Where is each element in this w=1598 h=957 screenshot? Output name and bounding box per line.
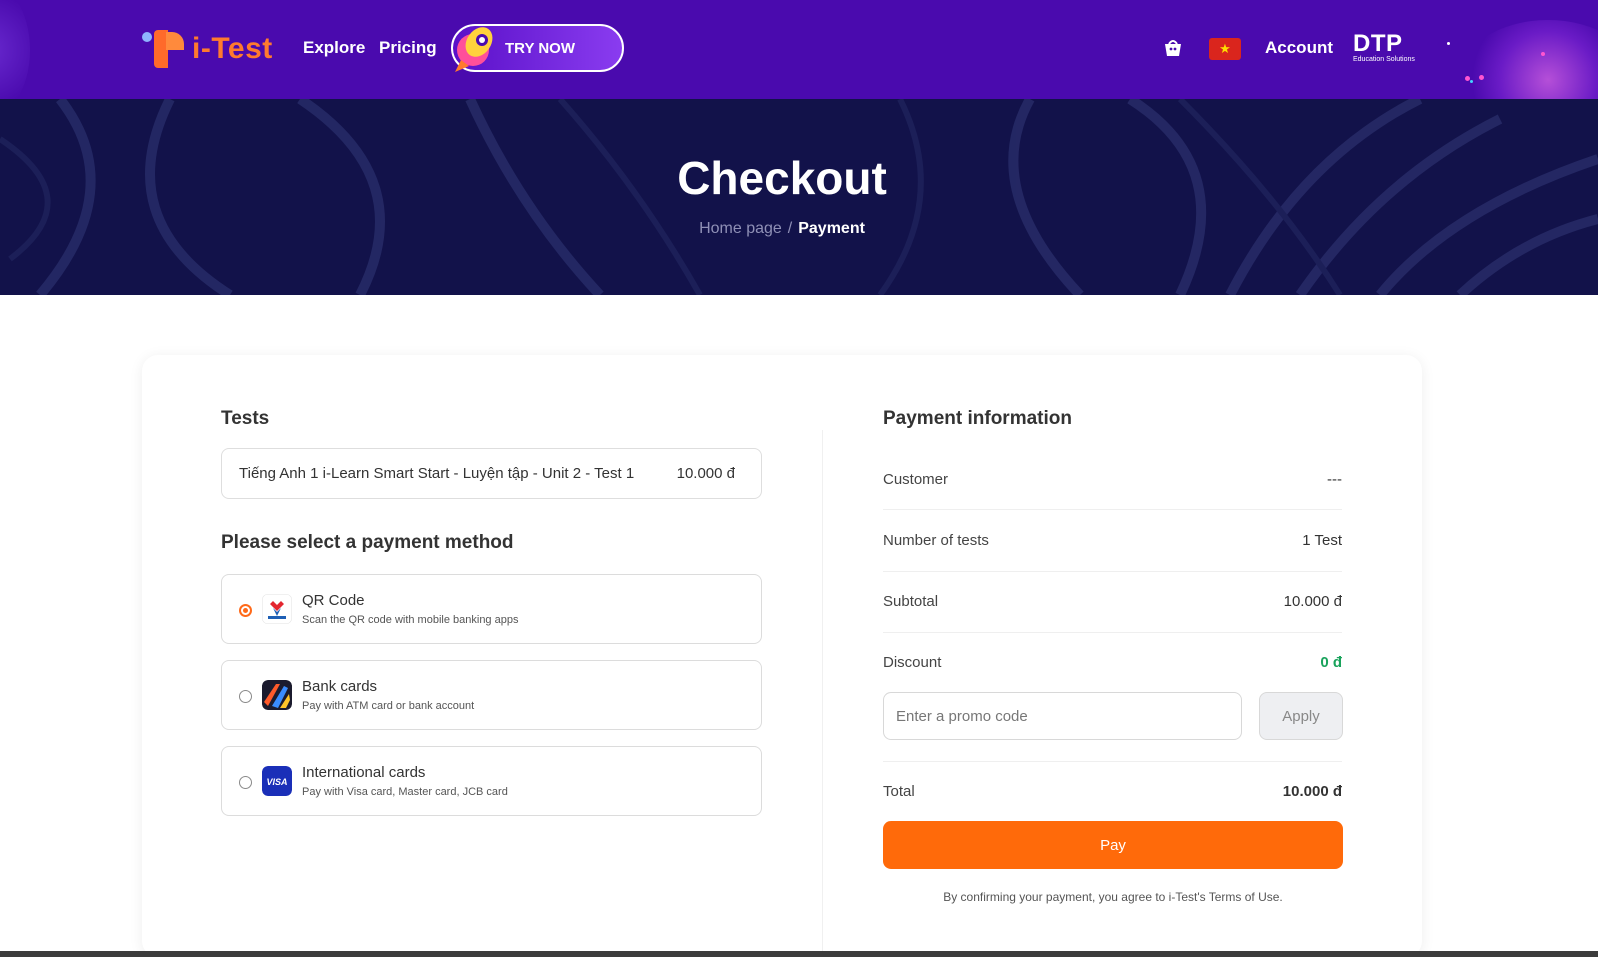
tests-heading: Tests <box>221 408 270 429</box>
breadcrumb-home-link[interactable]: Home page <box>699 220 782 237</box>
row-divider <box>883 632 1342 633</box>
payment-option-bank-cards[interactable]: Bank cards Pay with ATM card or bank acc… <box>221 660 762 730</box>
payment-option-qr-code[interactable]: QR Code Scan the QR code with mobile ban… <box>221 574 762 644</box>
sparkle <box>1470 80 1473 83</box>
international-cards-desc: Pay with Visa card, Master card, JCB car… <box>302 786 508 798</box>
itest-logo[interactable]: i-Test <box>142 30 273 68</box>
total-value: 10.000 đ <box>1282 783 1342 800</box>
svg-text:VISA: VISA <box>266 777 287 787</box>
row-divider <box>883 571 1342 572</box>
num-tests-value: 1 Test <box>1302 532 1342 549</box>
basket-icon[interactable] <box>1163 39 1183 59</box>
bank-cards-title: Bank cards <box>302 678 378 695</box>
vnpay-icon <box>262 594 292 624</box>
vietnam-flag-icon[interactable]: ★ <box>1209 38 1241 60</box>
qr-code-desc: Scan the QR code with mobile banking app… <box>302 614 519 626</box>
visa-icon: VISA <box>262 766 292 796</box>
international-cards-radio[interactable] <box>239 776 252 789</box>
discount-label: Discount <box>883 654 942 671</box>
terms-notice: By confirming your payment, you agree to… <box>943 890 1283 904</box>
qr-code-title: QR Code <box>302 592 365 609</box>
payment-method-heading: Please select a payment method <box>221 532 514 553</box>
international-cards-title: International cards <box>302 764 426 781</box>
account-link[interactable]: Account <box>1265 38 1333 58</box>
try-now-button[interactable]: TRY NOW <box>451 24 624 72</box>
bottom-scrollbar-strip <box>0 951 1598 957</box>
sparkle <box>1541 52 1545 56</box>
column-divider <box>822 430 823 957</box>
nav-pricing[interactable]: Pricing <box>379 38 437 58</box>
dtp-logo[interactable]: DTP Education Solutions <box>1353 30 1415 63</box>
dtp-tagline: Education Solutions <box>1353 56 1415 63</box>
test-item: Tiếng Anh 1 i-Learn Smart Start - Luyện … <box>221 448 762 499</box>
breadcrumb: Home page / Payment <box>0 220 1564 238</box>
pay-button[interactable]: Pay <box>883 821 1343 869</box>
discount-value: 0 đ <box>1320 654 1342 671</box>
try-now-label: TRY NOW <box>505 39 575 57</box>
dtp-logo-text: DTP <box>1353 30 1403 57</box>
payment-option-international-cards[interactable]: VISA International cards Pay with Visa c… <box>221 746 762 816</box>
rocket-icon <box>455 27 493 72</box>
bank-cards-icon <box>262 680 292 710</box>
bank-cards-desc: Pay with ATM card or bank account <box>302 700 475 712</box>
num-tests-label: Number of tests <box>883 532 989 549</box>
navbar-decoration <box>0 0 30 99</box>
test-item-name: Tiếng Anh 1 i-Learn Smart Start - Luyện … <box>239 465 635 482</box>
breadcrumb-current: Payment <box>798 220 865 237</box>
sparkle <box>1447 42 1450 45</box>
page-title: Checkout <box>677 152 887 204</box>
row-divider <box>883 509 1342 510</box>
row-divider <box>883 761 1342 762</box>
customer-value: --- <box>1327 471 1342 488</box>
promo-code-input[interactable] <box>883 692 1242 740</box>
bank-cards-radio[interactable] <box>239 690 252 703</box>
subtotal-value: 10.000 đ <box>1283 593 1342 610</box>
qr-code-radio[interactable] <box>239 604 252 617</box>
payment-info-heading: Payment information <box>883 408 1072 429</box>
total-label: Total <box>883 783 915 800</box>
breadcrumb-separator: / <box>787 220 793 237</box>
subtotal-label: Subtotal <box>883 593 939 610</box>
apply-promo-button[interactable]: Apply <box>1259 692 1343 740</box>
itest-logo-mark-icon <box>142 30 188 68</box>
checkout-hero-banner: Checkout Home page / Payment <box>0 99 1598 295</box>
sparkle <box>1479 75 1484 80</box>
logo-text: i-Test <box>192 32 273 65</box>
customer-label: Customer <box>883 471 949 488</box>
test-item-price: 10.000 đ <box>676 465 735 482</box>
nav-explore[interactable]: Explore <box>303 38 365 58</box>
navbar-planet-decoration <box>1458 20 1598 99</box>
